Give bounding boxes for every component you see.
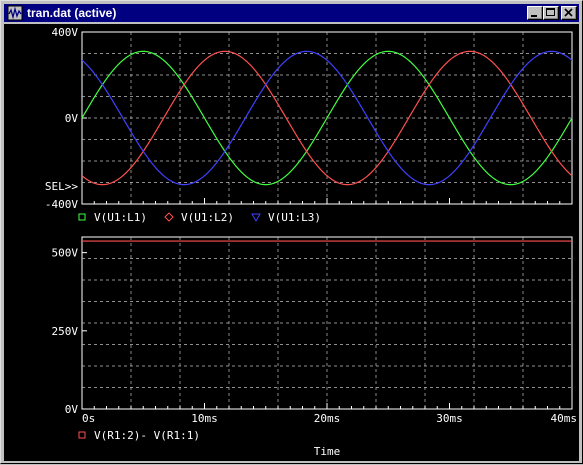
plot-area[interactable]: 400V 0V -400V SEL>> V(U1:L1) V(U1:L2) V(U1:L3)…: [4, 24, 579, 461]
lower-plot: 500V 250V 0V0s 10ms 20ms 30ms 40ms V(R1:2)- V(R…: [52, 236, 578, 458]
y-tick-label: -400V: [45, 198, 78, 211]
legend-label-rectified: V(R1:2)- V(R1:1): [94, 429, 200, 442]
close-button[interactable]: [561, 6, 577, 20]
probe-app-icon: [7, 5, 23, 21]
legend-label-2: V(U1:L2): [181, 211, 234, 224]
x-tick-label: 0s: [82, 412, 95, 425]
upper-plot: 400V 0V -400V SEL>> V(U1:L1) V(U1:L2) V(U1:L3): [45, 26, 573, 224]
y-tick-label: 250V: [52, 325, 79, 338]
legend-marker-rectified: [78, 431, 86, 439]
legend-marker-3: [251, 213, 261, 223]
minimize-icon: [531, 15, 537, 17]
plot-canvas[interactable]: 400V 0V -400V SEL>> V(U1:L1) V(U1:L2) V(U1:L3)…: [4, 24, 579, 461]
legend-marker-2: [164, 212, 174, 222]
maximize-icon: [546, 8, 555, 16]
x-axis-title: Time: [314, 445, 341, 458]
y-tick-label: 0V: [65, 112, 79, 125]
y-tick-label: 400V: [52, 26, 79, 39]
selection-marker: SEL>>: [45, 180, 78, 193]
oscilloscope-window: tran.dat (active) 400V 0V -400V SEL>> V(U1:L…: [0, 0, 583, 464]
close-icon: [564, 8, 573, 17]
grid: [82, 237, 572, 409]
minimize-button[interactable]: [527, 6, 543, 20]
y-tick-label: 0V: [65, 403, 79, 416]
legend-label-3: V(U1:L3): [268, 211, 321, 224]
x-tick-label: 20ms: [314, 412, 341, 425]
ticks: [81, 252, 573, 410]
legend-label-1: V(U1:L1): [94, 211, 147, 224]
window-title: tran.dat (active): [27, 6, 117, 20]
title-bar[interactable]: tran.dat (active): [4, 4, 579, 22]
y-tick-label: 500V: [52, 247, 79, 260]
x-tick-label: 10ms: [191, 412, 218, 425]
x-tick-label: 40ms: [551, 412, 578, 425]
maximize-button[interactable]: [543, 6, 559, 20]
legend-marker-1: [78, 213, 86, 221]
x-tick-label: 30ms: [436, 412, 463, 425]
